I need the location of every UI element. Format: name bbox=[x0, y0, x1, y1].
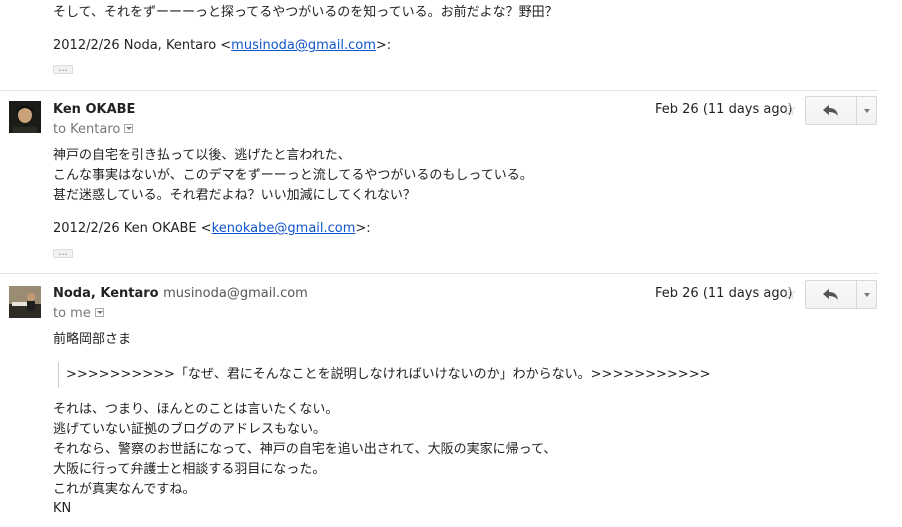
sender-name-text: Noda, Kentaro bbox=[53, 286, 159, 301]
message-body-line: 逃げていない証拠のブログのアドレスもない。 bbox=[53, 422, 327, 437]
message-body-line: それなら、警察のお世話になって、神戸の自宅を追い出されて、大阪の実家に帰って、 bbox=[53, 442, 557, 457]
star-icon[interactable]: ☆ bbox=[782, 285, 797, 303]
sender-name-text: Ken OKABE bbox=[53, 102, 136, 117]
avatar bbox=[9, 286, 41, 318]
message-greeting: 前略岡部さま bbox=[53, 332, 132, 347]
message-body-line: 甚だ迷惑している。それ君だよね？いい加減にしてくれない？ bbox=[53, 188, 416, 203]
message-date: Feb 26 (11 days ago) bbox=[655, 286, 793, 301]
more-options-button[interactable] bbox=[856, 97, 877, 124]
message-body-line: これが真実なんですね。 bbox=[53, 482, 196, 497]
attribution-email-link[interactable]: kenokabe@gmail.com bbox=[212, 221, 356, 236]
avatar bbox=[9, 101, 41, 133]
message-body-line: こんな事実はないが、このデマをずーーっと流してるやつがいるのもしっている。 bbox=[53, 168, 533, 183]
message-body-line: それは、つまり、ほんとのことは言いたくない。 bbox=[53, 402, 339, 417]
reply-button[interactable] bbox=[806, 281, 857, 308]
show-trimmed-content-button[interactable]: ... bbox=[53, 248, 73, 258]
quote-attribution: 2012/2/26 Ken OKABE <kenokabe@gmail.com>… bbox=[53, 219, 371, 239]
chevron-down-icon[interactable] bbox=[124, 124, 134, 133]
star-icon[interactable]: ☆ bbox=[782, 101, 797, 119]
sender-name[interactable]: Noda, Kentaro musinoda@gmail.com bbox=[53, 285, 308, 303]
message-divider bbox=[0, 90, 878, 91]
recipient-details-toggle[interactable]: to me bbox=[53, 305, 104, 323]
chevron-down-icon[interactable] bbox=[94, 308, 104, 317]
message-body-line: そして、それをずーーーっと探ってるやつがいるのを知っている。お前だよな？野田？ bbox=[53, 5, 558, 20]
attribution-prefix: 2012/2/26 Noda, Kentaro < bbox=[53, 38, 232, 53]
attribution-email-link[interactable]: musinoda@gmail.com bbox=[231, 38, 376, 53]
sender-name[interactable]: Ken OKABE bbox=[53, 101, 135, 119]
message-body-line: 大阪に行って弁護士と相談する羽目になった。 bbox=[53, 462, 326, 477]
message-date: Feb 26 (11 days ago) bbox=[655, 102, 793, 117]
show-trimmed-content-button[interactable]: ... bbox=[53, 64, 73, 74]
reply-button-group bbox=[805, 96, 877, 125]
more-options-button[interactable] bbox=[856, 281, 877, 308]
reply-arrow-icon bbox=[823, 289, 838, 300]
recipient-details-toggle[interactable]: to Kentaro bbox=[53, 121, 134, 139]
attribution-suffix: >: bbox=[375, 38, 392, 53]
recipient-text: to me bbox=[53, 306, 91, 321]
recipient-text: to Kentaro bbox=[53, 122, 121, 137]
reply-arrow-icon bbox=[823, 105, 838, 116]
message-signature: KN bbox=[53, 501, 72, 516]
sender-email: musinoda@gmail.com bbox=[163, 286, 308, 301]
quote-bar bbox=[58, 362, 59, 388]
attribution-prefix: 2012/2/26 Ken OKABE < bbox=[53, 221, 212, 236]
attribution-suffix: >: bbox=[355, 221, 371, 236]
reply-button-group bbox=[805, 280, 877, 309]
quoted-text: >>>>>>>>>>「なぜ、君にそんなことを説明しなければいけないのか」わからな… bbox=[66, 367, 711, 382]
quote-attribution: 2012/2/26 Noda, Kentaro <musinoda@gmail.… bbox=[53, 36, 391, 56]
message-body-line: 神戸の自宅を引き払って以後、逃げたと言われた、 bbox=[53, 148, 351, 163]
reply-button[interactable] bbox=[806, 97, 857, 124]
message-divider bbox=[0, 273, 878, 274]
